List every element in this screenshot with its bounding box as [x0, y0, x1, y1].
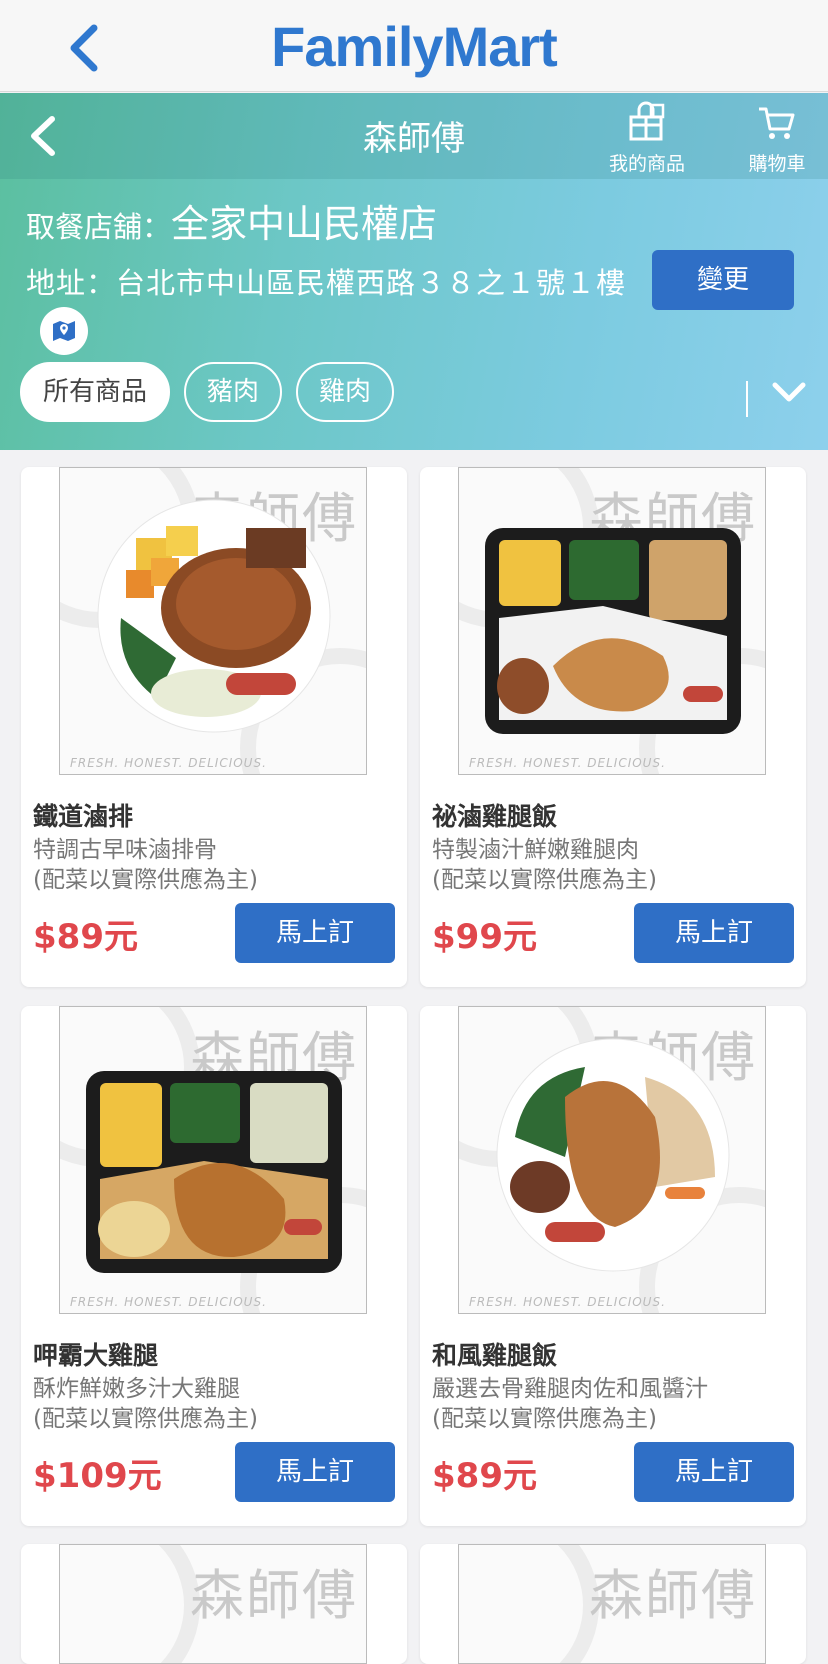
map-pin-icon — [53, 321, 75, 341]
product-name: 鐵道滷排 — [33, 802, 134, 831]
product-price: $89元 — [432, 1456, 537, 1496]
watermark-text: 森師傅 — [589, 1564, 757, 1627]
product-note: (配菜以實際供應為主) — [432, 867, 657, 893]
filter-chip-all[interactable]: 所有商品 — [20, 362, 171, 422]
my-products-button[interactable]: 我的商品 — [602, 101, 692, 176]
product-card[interactable]: 森師傅 — [21, 1544, 407, 1664]
product-note: (配菜以實際供應為主) — [432, 1406, 657, 1432]
product-image: 森師傅 FRESH. HONEST. DELICIOUS. — [59, 467, 367, 775]
product-description: 特調古早味滷排骨 (配菜以實際供應為主) — [33, 835, 258, 895]
product-name: 呷霸大雞腿 — [33, 1341, 159, 1370]
product-image: 森師傅 FRESH. HONEST. DELICIOUS. — [458, 467, 766, 775]
product-card[interactable]: 森師傅 FRESH. HONEST. DELICIOUS. 祕滷雞腿飯 特製滷汁… — [420, 467, 806, 987]
watermark-tagline: FRESH. HONEST. DELICIOUS. — [70, 756, 267, 770]
page-title: 森師傅 — [363, 119, 465, 159]
product-card[interactable]: 森師傅 FRESH. HONEST. DELICIOUS. 和風雞腿飯 嚴選去骨… — [420, 1006, 806, 1526]
product-card[interactable]: 森師傅 FRESH. HONEST. DELICIOUS. 呷霸大雞腿 酥炸鮮嫩… — [21, 1006, 407, 1526]
product-desc: 酥炸鮮嫩多汁大雞腿 — [33, 1376, 240, 1402]
pickup-store-name: 全家中山民權店 — [171, 202, 438, 246]
cart-button[interactable]: 購物車 — [732, 101, 822, 176]
food-photo-japanese-chicken — [496, 1038, 730, 1272]
food-photo-fried-chicken-bento — [86, 1071, 342, 1273]
filter-chips: 所有商品 豬肉 雞肉 — [20, 362, 408, 422]
product-price: $109元 — [33, 1456, 162, 1496]
food-photo-bento-chicken-leg — [485, 528, 741, 734]
watermark-tagline: FRESH. HONEST. DELICIOUS. — [469, 756, 666, 770]
product-name: 祕滷雞腿飯 — [432, 802, 558, 831]
watermark-tagline: FRESH. HONEST. DELICIOUS. — [70, 1295, 267, 1309]
product-image: 森師傅 — [59, 1544, 367, 1664]
filter-chip-pork[interactable]: 豬肉 — [184, 362, 283, 422]
my-products-label: 我的商品 — [608, 153, 685, 175]
filter-chip-chicken[interactable]: 雞肉 — [296, 362, 395, 422]
product-note: (配菜以實際供應為主) — [33, 867, 258, 893]
map-button[interactable] — [40, 307, 88, 355]
product-price: $89元 — [33, 917, 138, 957]
watermark-text: 森師傅 — [190, 1564, 358, 1627]
product-price: $99元 — [432, 917, 537, 957]
app-top-bar: FamilyMart — [0, 0, 828, 92]
order-now-button[interactable]: 馬上訂 — [235, 903, 395, 963]
product-desc: 特製滷汁鮮嫩雞腿肉 — [432, 837, 639, 863]
chip-divider — [746, 381, 748, 417]
store-hero: 森師傅 我的商品 購物車 取餐店舖：全家中山民權店 地址：台北市中山區民權西路３… — [0, 93, 828, 450]
order-now-button[interactable]: 馬上訂 — [235, 1442, 395, 1502]
store-address: 地址：台北市中山區民權西路３８之１號１樓 — [26, 258, 626, 359]
order-now-button[interactable]: 馬上訂 — [634, 903, 794, 963]
product-description: 酥炸鮮嫩多汁大雞腿 (配菜以實際供應為主) — [33, 1374, 258, 1434]
food-photo-pork-chop — [97, 499, 331, 733]
watermark-tagline: FRESH. HONEST. DELICIOUS. — [469, 1295, 666, 1309]
product-name: 和風雞腿飯 — [432, 1341, 558, 1370]
product-desc: 特調古早味滷排骨 — [33, 837, 217, 863]
product-image: 森師傅 FRESH. HONEST. DELICIOUS. — [458, 1006, 766, 1314]
product-description: 嚴選去骨雞腿肉佐和風醬汁 (配菜以實際供應為主) — [432, 1374, 708, 1434]
pickup-store: 取餐店舖：全家中山民權店 — [26, 193, 437, 248]
product-description: 特製滷汁鮮嫩雞腿肉 (配菜以實際供應為主) — [432, 835, 657, 895]
shopping-bag-icon — [629, 101, 665, 141]
expand-filters-chevron-icon[interactable] — [766, 371, 812, 415]
product-card[interactable]: 森師傅 FRESH. HONEST. DELICIOUS. 鐵道滷排 特調古早味… — [21, 467, 407, 987]
page-header: 森師傅 我的商品 購物車 — [0, 93, 828, 179]
cart-label: 購物車 — [748, 153, 806, 175]
cart-icon — [759, 107, 795, 139]
product-card[interactable]: 森師傅 — [420, 1544, 806, 1664]
product-image: 森師傅 FRESH. HONEST. DELICIOUS. — [59, 1006, 367, 1314]
product-image: 森師傅 — [458, 1544, 766, 1664]
change-store-button[interactable]: 變更 — [652, 250, 794, 310]
product-desc: 嚴選去骨雞腿肉佐和風醬汁 — [432, 1376, 708, 1402]
order-now-button[interactable]: 馬上訂 — [634, 1442, 794, 1502]
product-note: (配菜以實際供應為主) — [33, 1406, 258, 1432]
familymart-logo: FamilyMart — [271, 15, 558, 78]
store-address-text: 地址：台北市中山區民權西路３８之１號１樓 — [26, 266, 627, 300]
pickup-store-label: 取餐店舖： — [26, 210, 172, 244]
